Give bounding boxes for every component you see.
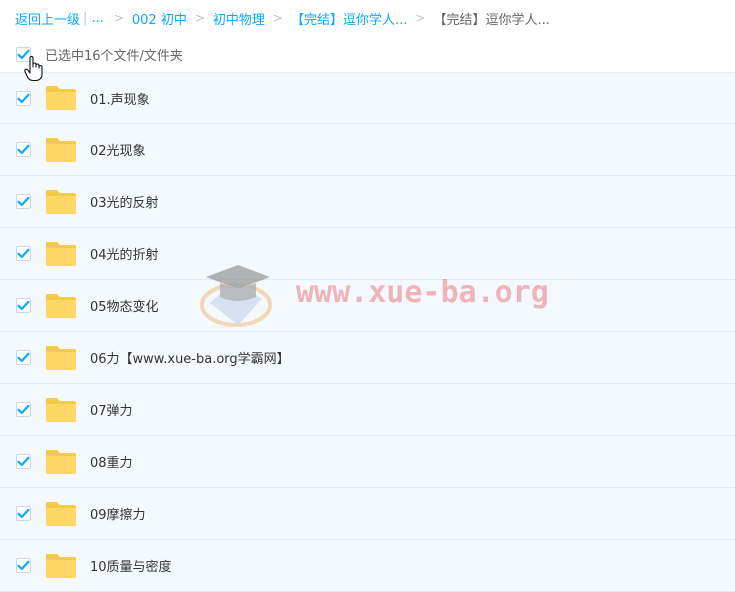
- checkmark-icon: [17, 352, 30, 363]
- breadcrumb-item-0[interactable]: 002 初中: [132, 9, 187, 28]
- file-checkbox[interactable]: [16, 506, 31, 521]
- checkmark-icon: [17, 144, 30, 155]
- hand-pointer-icon: [24, 56, 43, 82]
- folder-icon: [46, 137, 76, 162]
- breadcrumb-current: 【完结】逗你学人...: [433, 12, 550, 28]
- breadcrumb-item-1[interactable]: 初中物理: [213, 9, 265, 28]
- file-name[interactable]: 06力【www.xue-ba.org学霸网】: [90, 348, 290, 367]
- file-checkbox[interactable]: [16, 298, 31, 313]
- file-row[interactable]: 07弹力: [0, 384, 735, 436]
- checkmark-icon: [17, 508, 30, 519]
- file-checkbox[interactable]: [16, 142, 31, 157]
- selection-count-text: 已选中16个文件/文件夹: [45, 48, 183, 64]
- file-list: 01.声现象 02光现象 03光的反射 04光的折射 05物态变化 06力【ww…: [0, 72, 735, 592]
- file-name[interactable]: 10质量与密度: [90, 556, 172, 575]
- checkmark-icon: [17, 93, 30, 103]
- file-name[interactable]: 01.声现象: [90, 89, 150, 108]
- folder-icon: [46, 553, 76, 578]
- folder-icon: [46, 241, 76, 266]
- folder-icon: [46, 293, 76, 318]
- breadcrumb-arrow-icon: >: [113, 11, 124, 25]
- checkmark-icon: [17, 456, 30, 467]
- file-name[interactable]: 09摩擦力: [90, 504, 146, 523]
- file-checkbox[interactable]: [16, 350, 31, 365]
- breadcrumb-arrow-icon: >: [194, 11, 205, 25]
- file-checkbox[interactable]: [16, 402, 31, 417]
- breadcrumb: 返回上一级 | ... > 002 初中 > 初中物理 > 【完结】逗你学人..…: [15, 8, 730, 28]
- breadcrumb-arrow-icon: >: [272, 11, 283, 25]
- folder-icon: [46, 86, 76, 110]
- file-row[interactable]: 05物态变化: [0, 280, 735, 332]
- folder-icon: [46, 189, 76, 214]
- file-row[interactable]: 09摩擦力: [0, 488, 735, 540]
- file-name[interactable]: 02光现象: [90, 140, 146, 159]
- checkmark-icon: [17, 300, 30, 311]
- file-checkbox[interactable]: [16, 90, 31, 106]
- file-name[interactable]: 08重力: [90, 452, 133, 471]
- file-name[interactable]: 05物态变化: [90, 296, 159, 315]
- checkmark-icon: [17, 404, 30, 415]
- file-row[interactable]: 04光的折射: [0, 228, 735, 280]
- folder-icon: [46, 501, 76, 526]
- file-row[interactable]: 03光的反射: [0, 176, 735, 228]
- breadcrumb-separator: |: [83, 10, 88, 26]
- checkmark-icon: [17, 196, 30, 207]
- file-row[interactable]: 01.声现象: [0, 72, 735, 124]
- file-row[interactable]: 10质量与密度: [0, 540, 735, 592]
- checkmark-icon: [17, 560, 30, 571]
- checkmark-icon: [17, 248, 30, 259]
- breadcrumb-back-link[interactable]: 返回上一级: [15, 9, 80, 28]
- folder-icon: [46, 345, 76, 370]
- file-manager-page: 返回上一级 | ... > 002 初中 > 初中物理 > 【完结】逗你学人..…: [0, 0, 735, 592]
- breadcrumb-arrow-icon: >: [415, 11, 426, 25]
- file-row[interactable]: 02光现象: [0, 124, 735, 176]
- breadcrumb-ellipsis[interactable]: ...: [91, 11, 103, 26]
- file-checkbox[interactable]: [16, 454, 31, 469]
- file-name[interactable]: 03光的反射: [90, 192, 159, 211]
- file-row[interactable]: 06力【www.xue-ba.org学霸网】: [0, 332, 735, 384]
- file-checkbox[interactable]: [16, 246, 31, 261]
- file-row[interactable]: 08重力: [0, 436, 735, 488]
- file-checkbox[interactable]: [16, 194, 31, 209]
- folder-icon: [46, 397, 76, 422]
- file-checkbox[interactable]: [16, 558, 31, 573]
- breadcrumb-item-2[interactable]: 【完结】逗你学人...: [291, 9, 407, 28]
- file-name[interactable]: 07弹力: [90, 400, 133, 419]
- select-all-header: 已选中16个文件/文件夹: [0, 36, 735, 72]
- file-name[interactable]: 04光的折射: [90, 244, 159, 263]
- folder-icon: [46, 449, 76, 474]
